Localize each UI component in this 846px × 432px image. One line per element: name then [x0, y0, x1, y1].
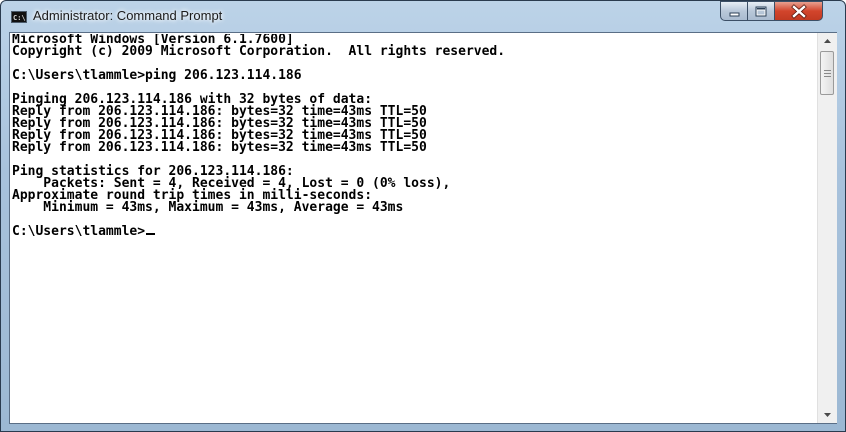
arrow-down-icon: [824, 413, 831, 417]
scroll-up-button[interactable]: [818, 33, 837, 50]
console-line: Minimum = 43ms, Maximum = 43ms, Average …: [12, 200, 404, 215]
window-title: Administrator: Command Prompt: [33, 8, 223, 23]
console-line: Reply from 206.123.114.186: bytes=32 tim…: [12, 140, 427, 155]
maximize-button[interactable]: [748, 1, 775, 21]
grip-line: [824, 76, 831, 77]
text-cursor: [146, 233, 156, 235]
command-prompt-window: C:\ Administrator: Command Prompt Micros…: [0, 0, 846, 432]
grip-line: [824, 70, 831, 71]
maximize-icon: [755, 6, 767, 17]
arrow-up-icon: [824, 39, 831, 43]
console-area[interactable]: Microsoft Windows [Version 6.1.7600] Cop…: [9, 32, 837, 424]
title-bar[interactable]: C:\ Administrator: Command Prompt: [1, 1, 845, 32]
minimize-button[interactable]: [720, 1, 748, 21]
cmd-icon: C:\: [11, 11, 27, 23]
close-icon: [791, 4, 807, 19]
console-output: Microsoft Windows [Version 6.1.7600] Cop…: [12, 34, 816, 422]
scroll-down-button[interactable]: [818, 406, 837, 423]
close-button[interactable]: [775, 1, 823, 21]
console-line: Copyright (c) 2009 Microsoft Corporation…: [12, 44, 506, 59]
minimize-icon: [729, 12, 740, 17]
console-prompt[interactable]: C:\Users\tlammle>: [12, 224, 145, 239]
console-line: C:\Users\tlammle>ping 206.123.114.186: [12, 68, 302, 83]
scrollbar-thumb[interactable]: [820, 51, 834, 95]
vertical-scrollbar[interactable]: [817, 33, 837, 423]
grip-line: [824, 73, 831, 74]
